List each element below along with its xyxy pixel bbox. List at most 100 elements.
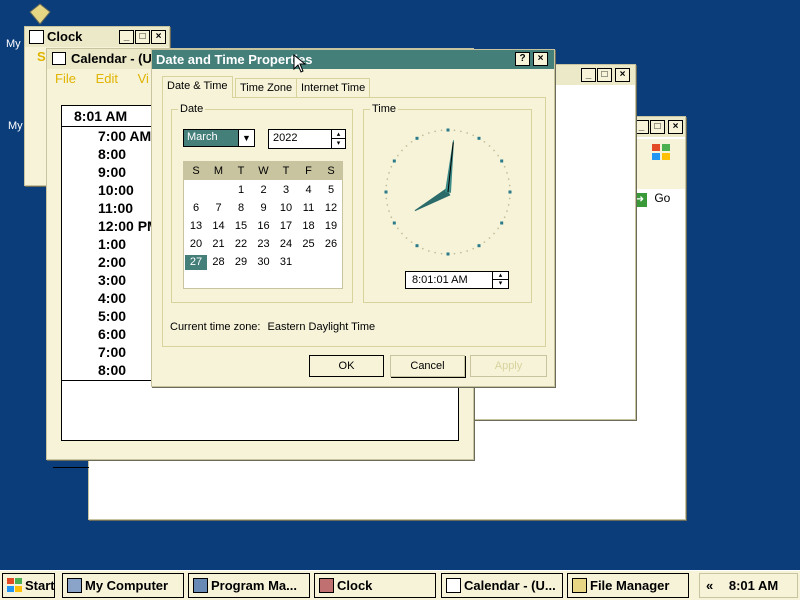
- close-button[interactable]: ×: [668, 120, 683, 134]
- time-slot[interactable]: 1:00: [98, 236, 126, 252]
- desktop-icon-my-computer[interactable]: [26, 2, 54, 28]
- chevron-down-icon[interactable]: ▼: [238, 130, 254, 146]
- time-spinner[interactable]: 8:01:01 AM ▴ ▾: [405, 271, 509, 289]
- spin-down-icon[interactable]: ▾: [331, 139, 345, 148]
- calendar-day[interactable]: 27: [185, 255, 207, 270]
- weekday-label: S: [327, 165, 335, 177]
- cancel-button[interactable]: Cancel: [390, 355, 465, 377]
- tab-date-time[interactable]: Date & Time: [162, 76, 233, 98]
- calendar-day[interactable]: 15: [230, 219, 252, 234]
- calendar-day[interactable]: 23: [253, 237, 275, 252]
- calendar-day[interactable]: 31: [275, 255, 297, 270]
- taskbar-file-manager[interactable]: File Manager: [567, 573, 689, 598]
- calendar-day[interactable]: 30: [253, 255, 275, 270]
- year-spinner[interactable]: 2022 ▴ ▾: [268, 129, 346, 149]
- minimize-button[interactable]: _: [581, 68, 596, 82]
- close-button[interactable]: ×: [151, 30, 166, 44]
- calendar-day[interactable]: 26: [320, 237, 342, 252]
- menu-edit[interactable]: Edit: [96, 71, 118, 86]
- taskbar-clock[interactable]: Clock: [314, 573, 436, 598]
- time-slot[interactable]: 8:00: [98, 146, 126, 162]
- menu-view[interactable]: Vi: [138, 71, 149, 86]
- taskbar-program-manager[interactable]: Program Ma...: [188, 573, 310, 598]
- calendar-day[interactable]: 5: [320, 183, 342, 198]
- time-slot[interactable]: 6:00: [98, 326, 126, 342]
- time-slot[interactable]: 2:00: [98, 254, 126, 270]
- taskbar-calendar[interactable]: Calendar - (U...: [441, 573, 563, 598]
- apply-button[interactable]: Apply: [470, 355, 547, 377]
- tab-time-zone[interactable]: Time Zone: [235, 78, 298, 98]
- spin-down-icon[interactable]: ▾: [492, 280, 508, 288]
- time-slot[interactable]: 3:00: [98, 272, 126, 288]
- minimize-button[interactable]: _: [634, 120, 649, 134]
- time-slot[interactable]: 5:00: [98, 308, 126, 324]
- calendar-day[interactable]: 21: [208, 237, 230, 252]
- minute-tick: [483, 241, 486, 243]
- help-button[interactable]: ?: [515, 52, 530, 66]
- calendar-day[interactable]: 7: [208, 201, 230, 216]
- minute-tick: [466, 250, 468, 252]
- calendar-day[interactable]: 11: [298, 201, 320, 216]
- time-slot[interactable]: 7:00: [98, 344, 126, 360]
- time-slot[interactable]: 10:00: [98, 182, 134, 198]
- start-button[interactable]: Start: [2, 573, 55, 598]
- calendar-day[interactable]: 12: [320, 201, 342, 216]
- spin-up-icon[interactable]: ▴: [331, 130, 345, 139]
- mouse-cursor-icon: [293, 54, 307, 73]
- time-slot[interactable]: 9:00: [98, 164, 126, 180]
- close-button[interactable]: ×: [615, 68, 630, 82]
- calendar-day[interactable]: 28: [208, 255, 230, 270]
- clock-title: Clock: [47, 29, 83, 44]
- taskbar-label: File Manager: [590, 578, 670, 593]
- time-slot[interactable]: 11:00: [98, 200, 133, 216]
- maximize-button[interactable]: □: [135, 30, 150, 44]
- calendar-day[interactable]: 17: [275, 219, 297, 234]
- spin-up-icon[interactable]: ▴: [492, 272, 508, 280]
- calendar-day[interactable]: 29: [230, 255, 252, 270]
- calendar-day[interactable]: 4: [298, 183, 320, 198]
- clock-menu-fragment[interactable]: S: [37, 49, 46, 64]
- hour-tick: [415, 136, 419, 140]
- hour-tick: [446, 128, 450, 132]
- tab-internet-time[interactable]: Internet Time: [296, 78, 371, 98]
- minute-tick: [508, 184, 511, 187]
- calendar-day[interactable]: 14: [208, 219, 230, 234]
- time-slot[interactable]: 8:00: [98, 362, 126, 378]
- calendar-day[interactable]: 6: [185, 201, 207, 216]
- maximize-button[interactable]: □: [650, 120, 665, 134]
- calendar-day[interactable]: 9: [253, 201, 275, 216]
- calendar-day[interactable]: 1: [230, 183, 252, 198]
- calendar-day[interactable]: 13: [185, 219, 207, 234]
- tray-clock[interactable]: 8:01 AM: [729, 578, 778, 593]
- calendar-day[interactable]: 16: [253, 219, 275, 234]
- close-button[interactable]: ×: [533, 52, 548, 66]
- calendar-day[interactable]: 2: [253, 183, 275, 198]
- tab-strip: Date & Time Time Zone Internet Time: [162, 76, 546, 98]
- time-slot[interactable]: 4:00: [98, 290, 126, 306]
- date-time-dialog[interactable]: Date and Time Properties ? × Date & Time…: [151, 49, 555, 387]
- time-slot[interactable]: 7:00 AM: [98, 128, 151, 144]
- calendar-day[interactable]: 25: [298, 237, 320, 252]
- calendar-day[interactable]: 3: [275, 183, 297, 198]
- calendar-day[interactable]: 10: [275, 201, 297, 216]
- calendar-day[interactable]: 24: [275, 237, 297, 252]
- minimize-button[interactable]: _: [119, 30, 134, 44]
- maximize-button[interactable]: □: [597, 68, 612, 82]
- taskbar-my-computer[interactable]: My Computer: [62, 573, 184, 598]
- calendar-day[interactable]: 22: [230, 237, 252, 252]
- time-slot[interactable]: 12:00 PM: [98, 218, 159, 234]
- calendar-day[interactable]: 18: [298, 219, 320, 234]
- minute-tick: [460, 130, 462, 133]
- calendar-day[interactable]: 8: [230, 201, 252, 216]
- month-select[interactable]: March ▼: [183, 129, 255, 147]
- date-group: Date March ▼ 2022 ▴ ▾ SMTWTFS 1234567891…: [171, 103, 353, 303]
- menu-file[interactable]: File: [55, 71, 76, 86]
- go-button[interactable]: ➜ Go: [633, 191, 679, 211]
- calendar-day[interactable]: 19: [320, 219, 342, 234]
- ok-button[interactable]: OK: [309, 355, 384, 377]
- month-calendar[interactable]: SMTWTFS 1 2 3 4 5 6 7 8 9 10 11 12 13 14 15 16 17 18 19 20 2…: [183, 161, 343, 289]
- tray-expand-button[interactable]: «: [706, 578, 713, 593]
- calendar-day[interactable]: 20: [185, 237, 207, 252]
- taskbar-label: Calendar - (U...: [464, 578, 556, 593]
- dialog-titlebar[interactable]: Date and Time Properties: [152, 50, 554, 69]
